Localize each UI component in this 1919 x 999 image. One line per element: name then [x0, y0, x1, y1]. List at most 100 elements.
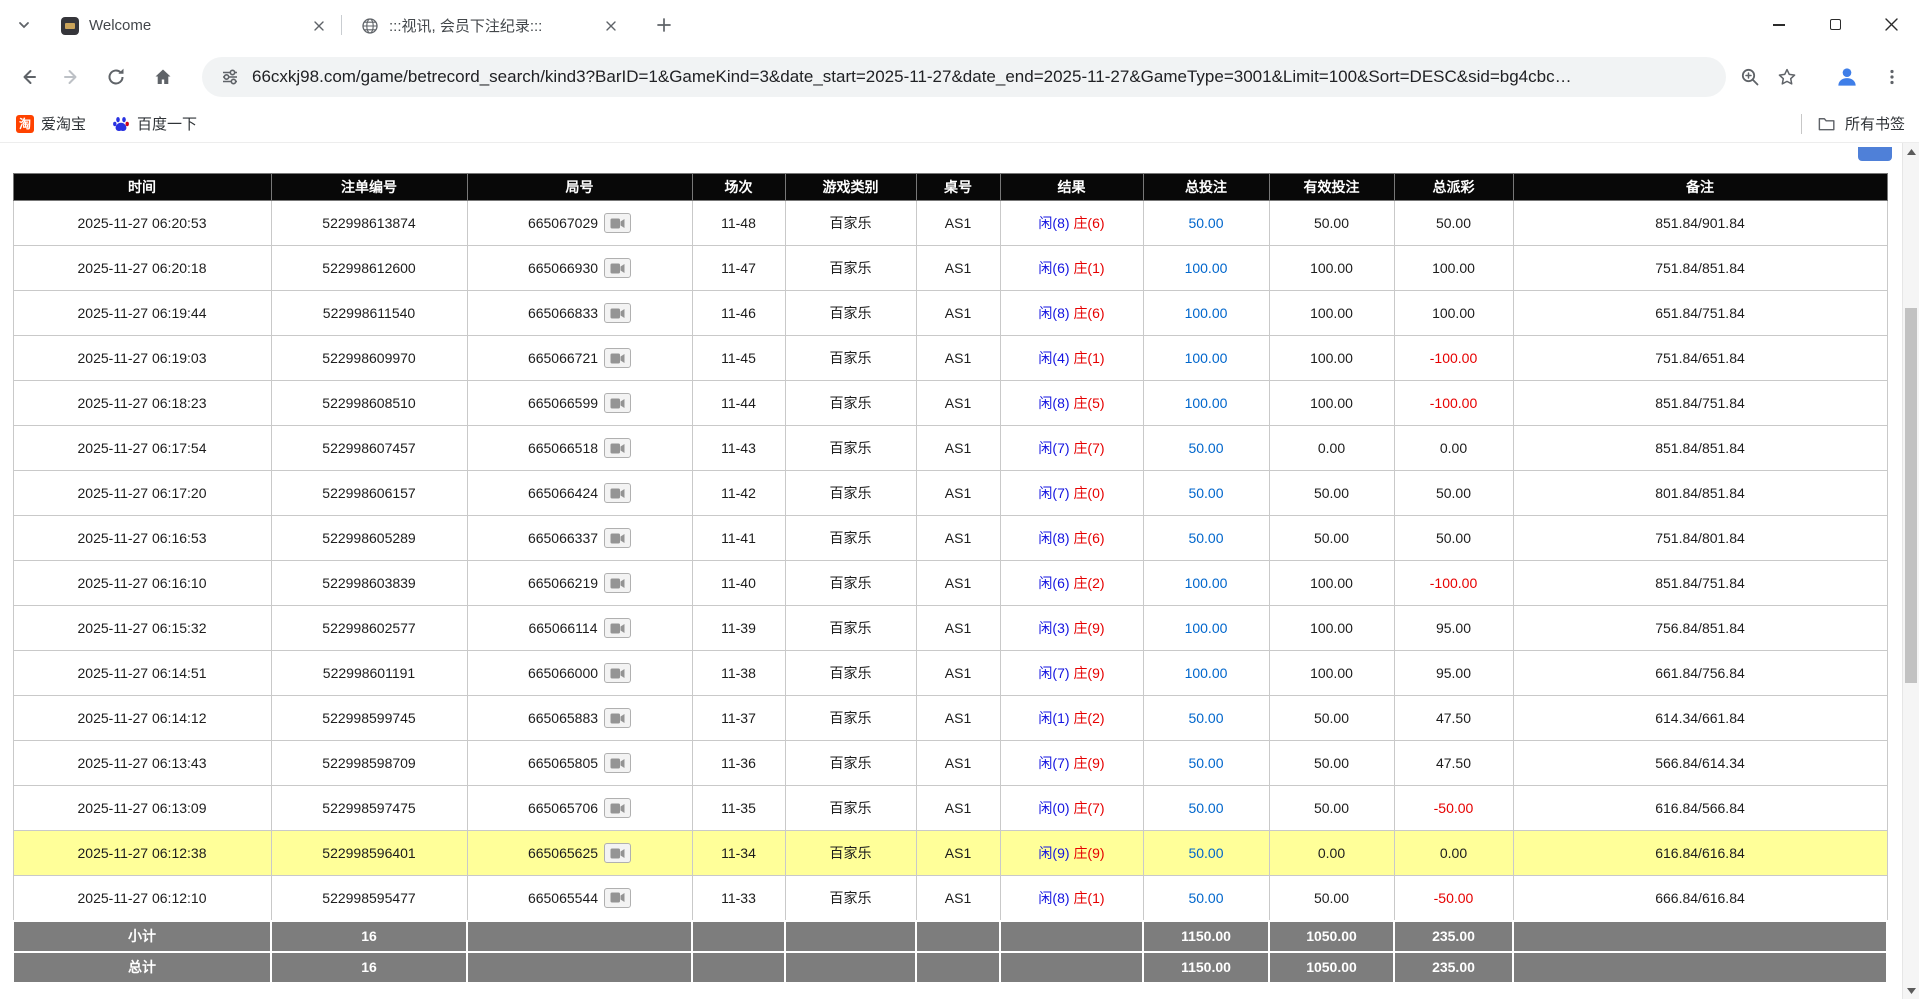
video-replay-button[interactable] [604, 528, 631, 548]
vertical-scrollbar[interactable] [1902, 143, 1919, 999]
cell-total-bet[interactable]: 100.00 [1143, 246, 1269, 291]
home-button[interactable] [146, 60, 180, 94]
cell-payout: -50.00 [1394, 786, 1513, 831]
cell-remark: 616.84/616.84 [1513, 831, 1887, 876]
cell-time: 2025-11-27 06:12:10 [13, 876, 271, 921]
cell-remark: 751.84/851.84 [1513, 246, 1887, 291]
back-button[interactable] [11, 60, 45, 94]
cell-game-type: 百家乐 [785, 876, 916, 921]
cell-bet-id: 522998605289 [271, 516, 467, 561]
cell-total-bet[interactable]: 100.00 [1143, 606, 1269, 651]
close-tab-icon[interactable] [309, 16, 329, 36]
video-replay-button[interactable] [604, 888, 631, 908]
cell-game-type: 百家乐 [785, 741, 916, 786]
cell-table-no: AS1 [916, 201, 1000, 246]
cell-total-bet[interactable]: 100.00 [1143, 651, 1269, 696]
table-row: 2025-11-27 06:20:18522998612600665066930… [13, 246, 1887, 291]
url-text[interactable]: 66cxkj98.com/game/betrecord_search/kind3… [252, 67, 1572, 87]
video-replay-button[interactable] [604, 798, 631, 818]
video-replay-button[interactable] [604, 348, 631, 368]
site-info-icon[interactable] [220, 67, 240, 87]
cell-total-bet[interactable]: 50.00 [1143, 831, 1269, 876]
table-row: 2025-11-27 06:13:43522998598709665065805… [13, 741, 1887, 786]
cell-round-id: 665066833 [467, 291, 692, 336]
cell-total-bet[interactable]: 100.00 [1143, 336, 1269, 381]
cell-result: 闲(8) 庄(6) [1000, 201, 1143, 246]
cell-remark: 616.84/566.84 [1513, 786, 1887, 831]
profile-avatar[interactable] [1830, 60, 1864, 94]
tab-bet-record[interactable]: :::视讯, 会员下注纪录::: [349, 7, 631, 44]
cell-payout: 50.00 [1394, 471, 1513, 516]
all-bookmarks-button[interactable]: 所有书签 [1801, 113, 1905, 134]
cell-total-bet[interactable]: 100.00 [1143, 381, 1269, 426]
video-replay-button[interactable] [604, 843, 631, 863]
bookmarks-divider [1801, 114, 1802, 134]
maximize-button[interactable] [1807, 0, 1863, 49]
close-window-button[interactable] [1863, 0, 1919, 49]
bookmark-taobao[interactable]: 淘 爱淘宝 [16, 113, 86, 134]
cell-time: 2025-11-27 06:20:53 [13, 201, 271, 246]
new-tab-button[interactable] [650, 11, 678, 39]
video-replay-button[interactable] [604, 393, 631, 413]
video-replay-button[interactable] [604, 618, 631, 638]
cell-total-bet[interactable]: 50.00 [1143, 876, 1269, 921]
cell-bet-id: 522998597475 [271, 786, 467, 831]
cell-total-bet[interactable]: 50.00 [1143, 471, 1269, 516]
cell-total-bet[interactable]: 50.00 [1143, 426, 1269, 471]
column-header: 局号 [467, 174, 692, 201]
address-bar[interactable]: 66cxkj98.com/game/betrecord_search/kind3… [202, 57, 1726, 97]
cell-total-bet[interactable]: 50.00 [1143, 741, 1269, 786]
scroll-down-button[interactable] [1903, 982, 1919, 999]
minimize-button[interactable] [1751, 0, 1807, 49]
table-header-row: 时间注单编号局号场次游戏类别桌号结果总投注有效投注总派彩备注 [13, 174, 1887, 201]
video-replay-button[interactable] [604, 213, 631, 233]
cell-remark: 651.84/751.84 [1513, 291, 1887, 336]
cell-total-bet[interactable]: 100.00 [1143, 291, 1269, 336]
video-replay-button[interactable] [604, 663, 631, 683]
cell-total-bet[interactable]: 50.00 [1143, 696, 1269, 741]
video-replay-button[interactable] [604, 438, 631, 458]
cell-result: 闲(7) 庄(7) [1000, 426, 1143, 471]
table-body: 2025-11-27 06:20:53522998613874665067029… [13, 201, 1887, 921]
video-replay-button[interactable] [604, 483, 631, 503]
camera-icon [610, 892, 625, 903]
menu-button[interactable] [1875, 60, 1909, 94]
video-replay-button[interactable] [604, 753, 631, 773]
video-replay-button[interactable] [604, 303, 631, 323]
cell-table-no: AS1 [916, 696, 1000, 741]
camera-icon [610, 758, 625, 769]
cell-round-id: 665066930 [467, 246, 692, 291]
cell-total-bet[interactable]: 50.00 [1143, 201, 1269, 246]
cell-bet-id: 522998595477 [271, 876, 467, 921]
forward-button[interactable] [55, 60, 89, 94]
video-replay-button[interactable] [604, 573, 631, 593]
close-tab-icon[interactable] [601, 16, 621, 36]
cell-total-bet[interactable]: 50.00 [1143, 516, 1269, 561]
cell-time: 2025-11-27 06:20:18 [13, 246, 271, 291]
scroll-up-button[interactable] [1903, 143, 1919, 160]
video-replay-button[interactable] [604, 708, 631, 728]
refresh-button[interactable] [99, 60, 133, 94]
cell-total-bet[interactable]: 100.00 [1143, 561, 1269, 606]
table-row: 2025-11-27 06:20:53522998613874665067029… [13, 201, 1887, 246]
browser-toolbar: 66cxkj98.com/game/betrecord_search/kind3… [0, 49, 1919, 105]
tab-welcome[interactable]: Welcome [49, 7, 339, 44]
total-count: 16 [271, 952, 467, 983]
camera-icon [610, 803, 625, 814]
cell-table-no: AS1 [916, 876, 1000, 921]
refresh-icon [106, 67, 126, 87]
arrow-up-icon [1907, 149, 1916, 155]
minimize-icon [1773, 24, 1785, 26]
person-icon [1834, 64, 1860, 90]
zoom-button[interactable] [1733, 60, 1767, 94]
bookmark-star-button[interactable] [1770, 60, 1804, 94]
cell-game-type: 百家乐 [785, 516, 916, 561]
cell-session: 11-39 [692, 606, 785, 651]
scrollbar-thumb[interactable] [1905, 308, 1917, 683]
cell-remark: 801.84/851.84 [1513, 471, 1887, 516]
partial-blue-button[interactable] [1858, 147, 1892, 161]
tab-search-button[interactable] [10, 11, 38, 39]
video-replay-button[interactable] [604, 258, 631, 278]
bookmark-baidu[interactable]: 百度一下 [112, 113, 197, 134]
cell-total-bet[interactable]: 50.00 [1143, 786, 1269, 831]
